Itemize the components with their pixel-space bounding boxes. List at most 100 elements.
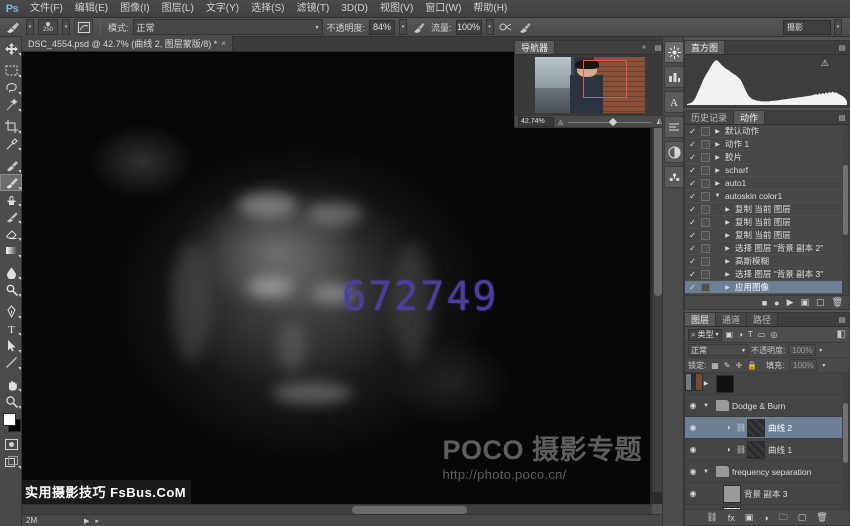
expand-arrow-icon[interactable]: ▶ [713,141,722,148]
styles-rail-icon[interactable] [664,166,684,188]
action-toggle-check-icon[interactable]: ✓ [687,127,698,136]
menu-item-3[interactable]: 图层(L) [156,0,200,18]
pen-tool[interactable] [0,303,22,320]
navigator-view-box[interactable] [583,60,627,98]
expand-arrow-icon[interactable]: ▶ [713,167,722,174]
mask-icon[interactable]: ▣ [745,512,754,523]
layer-thumbnail[interactable] [723,485,741,503]
action-toggle-check-icon[interactable]: ✓ [687,192,698,201]
tab-paths[interactable]: 路径 [747,313,778,326]
expand-arrow-icon[interactable]: ▶ [723,271,732,278]
layer-1[interactable]: ◉图层 1 [685,505,849,509]
action-dialog-toggle[interactable] [701,257,710,266]
brush-panel-toggle-icon[interactable] [74,19,93,35]
adjustments-rail-icon[interactable] [664,141,684,163]
action-row[interactable]: ✓▶选择 图层 "背景 副本 2" [685,242,849,255]
flow-value[interactable]: 100% [456,20,482,35]
marquee-tool[interactable] [0,62,22,79]
tab-layers[interactable]: 图层 [685,313,716,326]
adjustment-icon[interactable]: ◑ [763,513,768,523]
menu-item-1[interactable]: 编辑(E) [69,0,114,18]
blur-tool[interactable] [0,264,22,281]
visibility-eye-icon[interactable]: ◉ [687,489,699,498]
layer-thumbnail[interactable] [747,419,765,437]
record-icon[interactable]: ● [774,298,779,308]
action-dialog-toggle[interactable] [701,270,710,279]
pixel-filter-icon[interactable]: ▣ [726,330,734,339]
play-icon[interactable]: ▶ [787,297,794,308]
menu-item-5[interactable]: 选择(S) [245,0,290,18]
menu-item-7[interactable]: 3D(D) [335,0,374,18]
dodge-burn-group[interactable]: ◉▼Dodge & Burn [685,395,849,417]
tab-navigator[interactable]: 导航器 [515,41,555,54]
layer-filter-type-select[interactable]: ⌕ 类型 ▾ [688,329,722,341]
stop-icon[interactable]: ■ [762,298,767,308]
action-toggle-check-icon[interactable]: ✓ [687,205,698,214]
action-row[interactable]: ✓▶复制 当前 图层 [685,203,849,216]
navigator-collapse-icon[interactable]: » [637,41,651,54]
actions-scrollbar[interactable] [842,125,849,295]
visibility-eye-icon[interactable]: ◉ [687,423,699,432]
action-row[interactable]: ✓▶选择 图层 "背景 副本 3" [685,268,849,281]
brush-preset-caret[interactable]: ▾ [26,19,34,35]
move-tool[interactable] [0,40,22,57]
opacity-value[interactable]: 84% [369,20,395,35]
action-toggle-check-icon[interactable]: ✓ [687,257,698,266]
layers-scroll-thumb[interactable] [843,403,848,463]
navigator-zoom-value[interactable]: 42.74% [518,117,554,127]
visibility-eye-icon[interactable]: ◉ [687,467,699,476]
menu-item-2[interactable]: 图像(I) [114,0,155,18]
lock-all-icon[interactable]: 🔒 [747,361,757,370]
action-toggle-check-icon[interactable]: ✓ [687,244,698,253]
layer-thumbnail[interactable] [723,507,741,510]
visibility-eye-icon[interactable]: ◉ [687,401,699,410]
folder-icon[interactable]: ▣ [801,297,810,308]
action-row[interactable]: ✓▶默认动作 [685,125,849,138]
action-toggle-check-icon[interactable]: ✓ [687,166,698,175]
layer-thumbnail[interactable] [747,441,765,459]
action-row[interactable]: ✓▶设置 当前 图层 [685,294,849,295]
link-icon[interactable]: ⛓ [706,512,717,523]
tab-histogram[interactable]: 直方图 [685,41,725,54]
expand-arrow-icon[interactable]: ▶ [713,128,722,135]
layer-thumbnail[interactable] [716,375,734,393]
action-row[interactable]: ✓▶scharf [685,164,849,177]
group-icon[interactable]: 🗀 [779,510,788,526]
action-row[interactable]: ✓▶动作 1 [685,138,849,151]
clone-stamp-tool[interactable] [0,191,22,208]
menu-item-9[interactable]: 窗口(W) [419,0,467,18]
history-brush-tool[interactable] [0,208,22,225]
crop-tool[interactable] [0,118,22,135]
layer-fill-value[interactable]: 100% [789,359,817,371]
pressure-size-icon[interactable] [518,19,534,35]
lock-transparent-icon[interactable]: ▦ [711,361,719,370]
expand-arrow-icon[interactable]: ▶ [713,180,722,187]
document-tab[interactable]: DSC_4554.psd @ 42.7% (曲线 2, 图层蒙版/8) * × [22,36,233,51]
curves-2-layer[interactable]: ◉◑⛓曲线 2 [685,417,849,439]
flow-caret[interactable]: ▾ [486,19,494,35]
screen-mode-toggle[interactable] [0,453,22,470]
action-row[interactable]: ✓▶auto1 [685,177,849,190]
opacity-pressure-icon[interactable] [411,19,427,35]
expand-arrow-icon[interactable]: ▶ [723,219,732,226]
delete-layer-icon[interactable]: 🗑 [816,512,827,523]
histogram-menu-icon[interactable]: ▤ [835,41,849,54]
adjustment-filter-icon[interactable]: ◑ [738,330,743,339]
histogram-rail-icon[interactable] [664,41,684,63]
action-row[interactable]: ✓▶复制 当前 图层 [685,229,849,242]
actions-scroll-thumb[interactable] [843,165,848,235]
character-rail-icon[interactable]: A [664,91,684,113]
opacity-caret[interactable]: ▾ [399,19,407,35]
action-toggle-check-icon[interactable]: ✓ [687,153,698,162]
expand-arrow-icon[interactable]: ▶ [723,232,732,239]
layers-scrollbar[interactable] [842,373,849,509]
quick-select-tool[interactable] [0,96,22,113]
brush-preset-icon[interactable] [4,20,22,35]
eraser-tool[interactable] [0,225,22,242]
brush-size-caret[interactable]: ▾ [62,19,70,35]
menu-item-8[interactable]: 视图(V) [374,0,419,18]
action-dialog-toggle[interactable] [701,153,710,162]
actions-menu-icon[interactable]: ▤ [835,111,849,124]
action-dialog-toggle[interactable] [701,283,710,292]
navigator-preview[interactable] [515,55,665,115]
